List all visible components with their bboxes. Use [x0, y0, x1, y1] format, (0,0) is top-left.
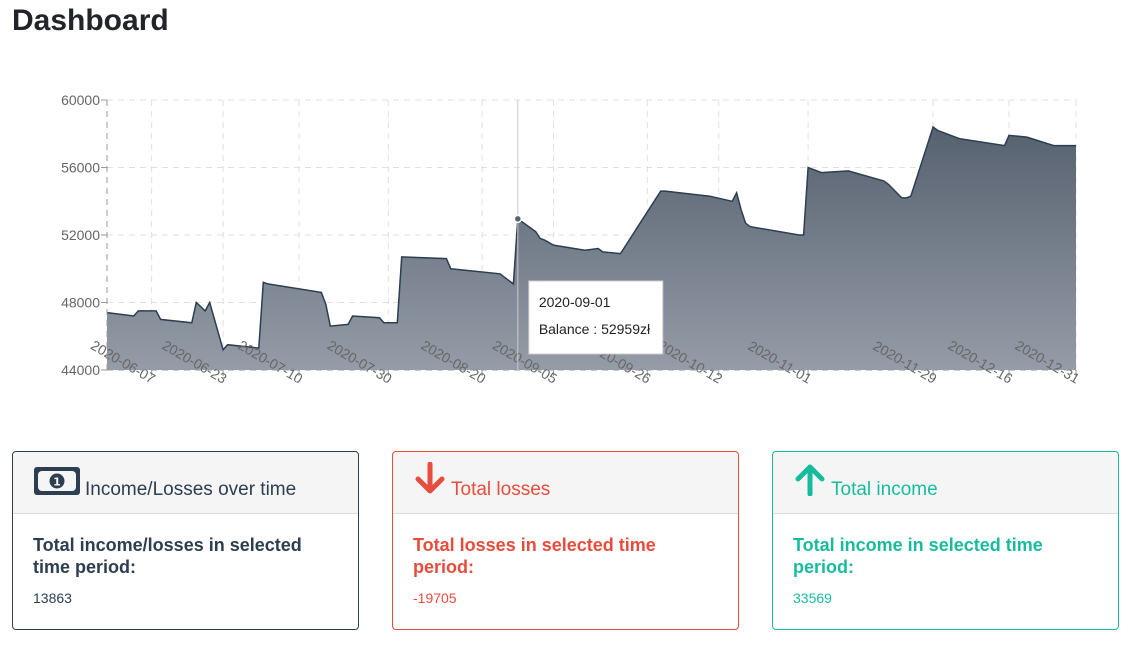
card-header-label: Total losses [451, 479, 551, 500]
card-title: Total losses in selected time period: [413, 535, 656, 577]
hover-point [513, 214, 523, 224]
tooltip-box [528, 280, 664, 355]
card-header: 1 Income/Losses over time [13, 452, 358, 514]
arrow-up-icon [793, 462, 827, 501]
money-bill-icon: 1 [33, 466, 81, 501]
y-tick-label: 52000 [61, 227, 100, 243]
income-losses-card: 1 Income/Losses over time Total income/l… [12, 451, 359, 630]
card-header-label: Total income [831, 479, 938, 500]
arrow-down-icon [413, 461, 447, 501]
y-tick-label: 44000 [61, 362, 100, 378]
balance-area-chart[interactable]: 44000480005200056000600002020-06-07 2020-… [0, 80, 1130, 440]
card-header: Total income [773, 452, 1118, 514]
tooltip-balance: Balance : 52959zł [539, 321, 651, 337]
card-title: Total income in selected time period: [793, 535, 1043, 577]
total-losses-card: Total losses Total losses in selected ti… [392, 451, 739, 630]
card-header-label: Income/Losses over time [85, 479, 297, 500]
card-value: 13863 [33, 590, 72, 606]
chart-tooltip: 2020-09-01 Balance : 52959zł [528, 280, 664, 355]
card-value: 33569 [793, 590, 832, 606]
y-tick-label: 60000 [61, 92, 100, 108]
y-tick-label: 56000 [61, 160, 100, 176]
card-header: Total losses [393, 452, 738, 514]
total-income-card: Total income Total income in selected ti… [772, 451, 1119, 630]
card-value: -19705 [413, 590, 457, 606]
card-title: Total income/losses in selected time per… [33, 535, 302, 577]
y-tick-label: 48000 [61, 295, 100, 311]
svg-text:1: 1 [53, 476, 61, 489]
page-title: Dashboard [12, 4, 169, 37]
tooltip-date: 2020-09-01 [539, 294, 611, 310]
